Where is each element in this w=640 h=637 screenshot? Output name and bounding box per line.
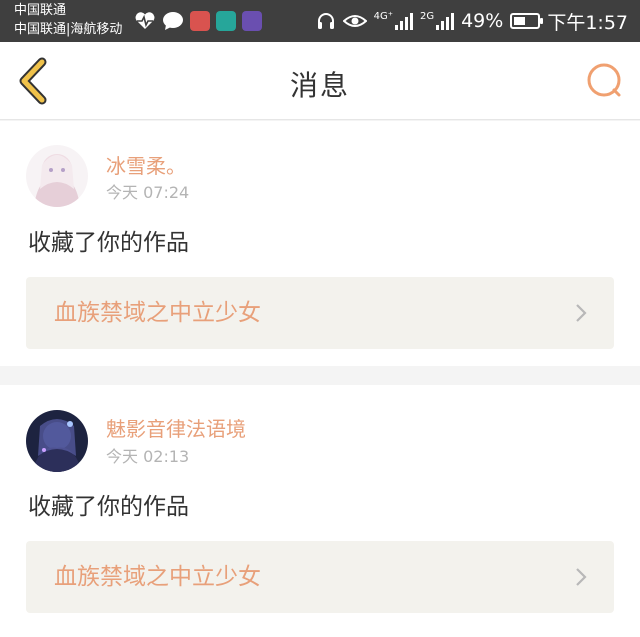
work-title: 血族禁域之中立少女	[54, 564, 261, 590]
work-link[interactable]: 血族禁域之中立少女	[26, 277, 614, 349]
signal-strength-icon-1	[394, 12, 413, 30]
carrier-label-primary: 中国联通	[14, 3, 67, 18]
carrier-label-secondary: 中国联通|海航移动	[14, 22, 123, 37]
app-icon-teal	[216, 11, 236, 31]
message-card: 魅影音律法语境 今天 02:13 收藏了你的作品 血族禁域之中立少女	[0, 385, 640, 637]
eye-icon	[342, 15, 367, 27]
network-2g-label: 2G	[419, 11, 435, 22]
page-title: 消息	[289, 69, 350, 102]
avatar[interactable]	[26, 145, 88, 207]
heart-pulse-icon	[135, 12, 155, 30]
battery-level-fill	[514, 17, 526, 25]
message-time: 今天 02:13	[106, 447, 190, 466]
work-title: 血族禁域之中立少女	[54, 300, 261, 326]
search-icon	[587, 63, 621, 97]
network-4g-label: 4G⁺	[373, 11, 393, 22]
status-right: 4G⁺ 2G 49% 下午1:57	[316, 6, 628, 36]
header-bar: 消息	[0, 42, 640, 120]
action-text: 收藏了你的作品	[28, 494, 189, 520]
chat-bubble-icon	[163, 12, 183, 30]
status-bar: 中国联通 中国联通|海航移动 4G⁺ 2G 49% 下午1:57	[0, 0, 640, 42]
work-link[interactable]: 血族禁域之中立少女	[26, 541, 614, 613]
chevron-right-icon	[576, 304, 587, 322]
username[interactable]: 魅影音律法语境	[106, 417, 246, 441]
message-time: 今天 07:24	[106, 183, 190, 202]
battery-percent: 49%	[461, 10, 504, 32]
signal-strength-icon-2	[436, 12, 455, 30]
search-button[interactable]	[584, 60, 626, 102]
notification-icons	[134, 9, 262, 33]
message-card: 冰雪柔。 今天 07:24 收藏了你的作品 血族禁域之中立少女	[0, 121, 640, 366]
headphones-icon	[317, 13, 334, 29]
avatar[interactable]	[26, 410, 88, 472]
clock: 下午1:57	[547, 11, 628, 34]
app-icon-purple	[242, 11, 262, 31]
action-text: 收藏了你的作品	[28, 230, 189, 256]
app-icon-red	[190, 11, 210, 31]
battery-icon	[510, 13, 544, 29]
chevron-right-icon	[576, 568, 587, 586]
username[interactable]: 冰雪柔。	[106, 154, 186, 178]
